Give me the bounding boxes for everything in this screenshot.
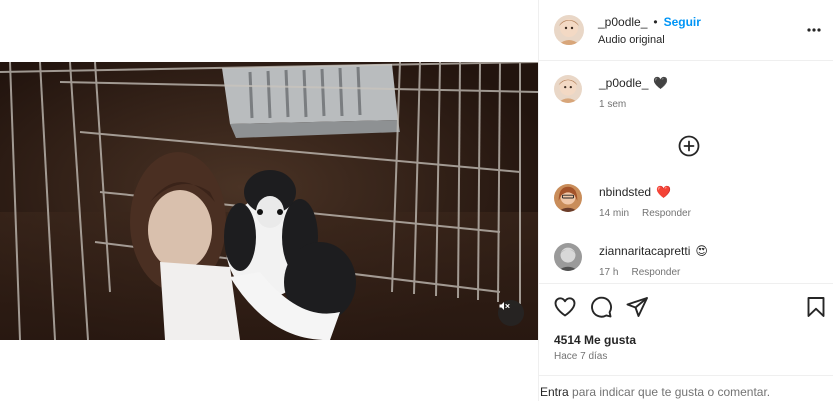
audio-link[interactable]: Audio original (598, 34, 701, 46)
bookmark-icon (807, 297, 825, 317)
follow-button[interactable]: Seguir (664, 15, 701, 29)
caption-time[interactable]: 1 sem (599, 99, 626, 110)
share-icon (626, 297, 648, 317)
reply-button[interactable]: Responder (631, 267, 680, 278)
comment-username[interactable]: ziannaritacapretti (599, 244, 690, 258)
post-panel: _p0odle_ • Seguir Audio original _p0odle… (538, 0, 833, 401)
caption-username[interactable]: _p0odle_ (599, 76, 648, 90)
comment-avatar[interactable] (554, 184, 582, 212)
media-pane (0, 0, 538, 401)
more-options-button[interactable] (806, 22, 822, 38)
comments-section: _p0odle_ 🖤 1 sem nbindsted ❤️ 14 min Res… (539, 62, 833, 283)
post-header: _p0odle_ • Seguir Audio original (539, 0, 833, 61)
volume-muted-icon (499, 302, 510, 310)
comment-item: ziannaritacapretti 😍 17 h Responder (554, 243, 708, 278)
plus-circle-icon (678, 135, 700, 157)
comment-text: ❤️ (656, 185, 671, 199)
mute-button[interactable] (498, 300, 524, 326)
comment-username[interactable]: nbindsted (599, 185, 651, 199)
actions-section: 4514 Me gusta Hace 7 días Entra para ind… (539, 283, 833, 401)
video-player[interactable] (0, 62, 538, 340)
login-prompt: Entra para indicar que te gusta o coment… (539, 375, 833, 399)
save-button[interactable] (804, 295, 828, 319)
share-button[interactable] (625, 295, 649, 319)
heart-icon (554, 297, 576, 317)
comment-avatar[interactable] (554, 243, 582, 271)
comment-item: nbindsted ❤️ 14 min Responder (554, 184, 691, 219)
post-date: Hace 7 días (554, 351, 608, 362)
more-horizontal-icon (807, 28, 821, 32)
reply-button[interactable]: Responder (642, 208, 691, 219)
likes-count[interactable]: 4514 Me gusta (554, 333, 636, 347)
like-button[interactable] (553, 295, 577, 319)
author-username[interactable]: _p0odle_ (598, 15, 647, 29)
caption: _p0odle_ 🖤 1 sem (554, 75, 668, 110)
comment-button[interactable] (589, 295, 613, 319)
video-frame (0, 62, 538, 340)
separator-dot: • (653, 14, 658, 29)
load-more-comments-button[interactable] (678, 135, 700, 157)
login-link[interactable]: Entra (540, 385, 569, 399)
caption-text: 🖤 (653, 76, 669, 90)
author-avatar[interactable] (554, 15, 584, 45)
comment-icon (591, 296, 612, 318)
comment-text: 😍 (695, 244, 708, 258)
action-icons (553, 295, 828, 319)
comment-time[interactable]: 14 min (599, 208, 629, 219)
caption-avatar[interactable] (554, 75, 582, 103)
comment-time[interactable]: 17 h (599, 267, 618, 278)
login-prompt-text: para indicar que te gusta o comentar. (568, 385, 771, 399)
